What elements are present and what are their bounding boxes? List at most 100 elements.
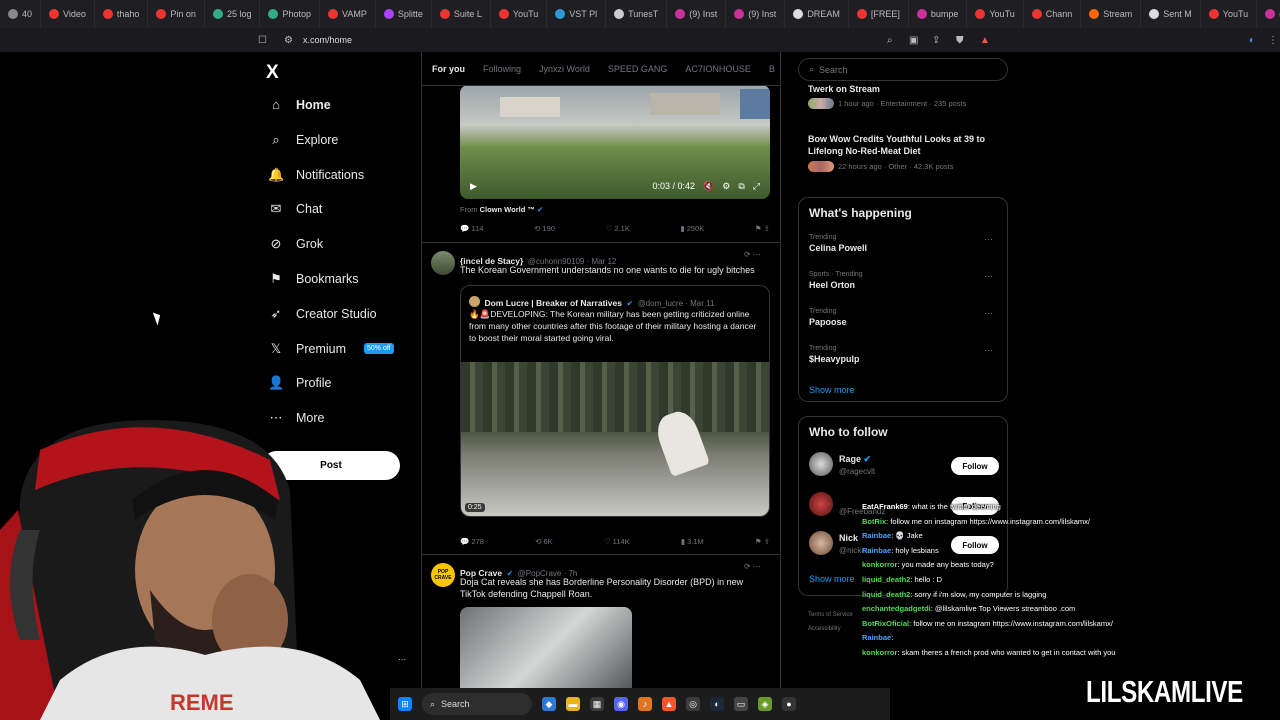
nav-item-creator-studio[interactable]: ➶ Creator Studio xyxy=(268,306,377,322)
pip-icon[interactable]: ⧉ xyxy=(738,181,744,192)
bookmark-action-icon[interactable]: ⚑ ⇪ xyxy=(755,537,770,546)
nav-item-bookmarks[interactable]: ⚑ Bookmarks xyxy=(268,271,358,287)
brave-icon[interactable]: ▲ xyxy=(662,697,676,711)
reply-button[interactable]: 💬 114 xyxy=(460,224,483,233)
video-player[interactable]: ▶ 0:03 / 0:42 🔇 ⚙ ⧉ ⤢ xyxy=(460,85,770,199)
avatar[interactable] xyxy=(809,492,833,516)
feed-tab[interactable]: B xyxy=(769,64,775,74)
obs-icon[interactable]: ◎ xyxy=(686,697,700,711)
store-icon[interactable]: ▦ xyxy=(590,697,604,711)
browser-tab[interactable]: Video xyxy=(41,0,95,28)
show-more-link[interactable]: Show more xyxy=(809,574,855,584)
extension-icon[interactable]: ◐ xyxy=(1249,35,1255,46)
reply-button[interactable]: 💬 278 xyxy=(460,537,484,546)
nav-item-notifications[interactable]: 🔔 Notifications xyxy=(268,167,364,183)
app-icon[interactable]: ▭ xyxy=(734,697,748,711)
trend-more-icon[interactable]: ⋯ xyxy=(984,234,993,245)
browser-tab[interactable]: TunesT xyxy=(606,0,668,28)
browser-tab[interactable]: Photop xyxy=(260,0,320,28)
from-account-link[interactable]: Clown World ™ xyxy=(480,205,535,214)
browser-tab[interactable]: (3) In xyxy=(1257,0,1280,28)
like-button[interactable]: ♡ 2.1K xyxy=(606,224,630,233)
nav-item-chat[interactable]: ✉ Chat xyxy=(268,201,323,217)
browser-tab[interactable]: Chann xyxy=(1024,0,1082,28)
avatar[interactable] xyxy=(809,531,833,555)
alert-icon[interactable]: ▲ xyxy=(980,35,990,46)
browser-tab[interactable]: Sent M xyxy=(1141,0,1201,28)
browser-tab[interactable]: Splitte xyxy=(376,0,432,28)
fullscreen-icon[interactable]: ⤢ xyxy=(753,181,760,192)
feed-tab[interactable]: AC7IONHOUSE xyxy=(685,64,751,74)
avatar[interactable] xyxy=(809,452,833,476)
trend-item[interactable]: Sports · Trending Heel Orton ⋯ xyxy=(809,271,999,290)
nav-item-grok[interactable]: ⊘ Grok xyxy=(268,236,324,252)
browser-tab[interactable]: VAMP xyxy=(320,0,376,28)
nav-item-premium[interactable]: 𝕏 Premium 50% off xyxy=(268,341,394,357)
windows-start-icon[interactable]: ⊞ xyxy=(398,697,412,711)
trend-item[interactable]: Trending Celina Powell ⋯ xyxy=(809,234,999,253)
discord-icon[interactable]: ◉ xyxy=(614,697,628,711)
browser-tab[interactable]: (9) Inst xyxy=(726,0,786,28)
quoted-tweet[interactable]: Dom Lucre | Breaker of Narratives ✔ @dom… xyxy=(460,285,770,517)
settings-icon[interactable]: ⚙ xyxy=(722,181,730,192)
browser-tab[interactable]: Pin on xyxy=(148,0,205,28)
browser-tab[interactable]: YouTu xyxy=(491,0,548,28)
mute-icon[interactable]: 🔇 xyxy=(703,181,714,192)
fl-studio-icon[interactable]: ♪ xyxy=(638,697,652,711)
copilot-icon[interactable]: ◆ xyxy=(542,697,556,711)
trend-item[interactable]: Trending $Heavypulp ⋯ xyxy=(809,345,999,364)
quote-video-thumbnail[interactable]: 0:25 xyxy=(461,362,769,516)
feed-tab[interactable]: SPEED GANG xyxy=(608,64,668,74)
like-button[interactable]: ♡ 114K xyxy=(604,537,630,546)
x-logo-icon[interactable]: X xyxy=(266,62,279,84)
share-icon[interactable]: ⇪ xyxy=(932,35,940,46)
menu-icon[interactable]: ⋮ xyxy=(1268,35,1278,46)
browser-tab[interactable]: bumpe xyxy=(909,0,968,28)
shield-icon[interactable]: ⛊ xyxy=(956,35,964,46)
address-bar[interactable]: ☐ ⚙ x.com/home ⌕ ▣ ⇪ ⛊ ▲ ◐ ⋮ xyxy=(0,28,1280,52)
url-text[interactable]: x.com/home xyxy=(303,35,352,45)
tweet[interactable]: {incel de Stacy} @cuhorin90109 · Mar 12 … xyxy=(422,242,780,550)
play-icon[interactable]: ▶ xyxy=(470,181,477,192)
browser-tab[interactable]: YouTu xyxy=(967,0,1024,28)
repost-button[interactable]: ⟲ 190 xyxy=(534,224,555,233)
browser-tab[interactable]: [FREE] xyxy=(849,0,909,28)
browser-tab[interactable]: DREAM xyxy=(785,0,849,28)
feed-tab[interactable]: For you xyxy=(432,64,465,74)
browser-tab[interactable]: YouTu xyxy=(1201,0,1258,28)
app-icon[interactable]: ● xyxy=(782,697,796,711)
trend-item[interactable]: Trending Papoose ⋯ xyxy=(809,308,999,327)
site-info-icon[interactable]: ⚙ xyxy=(284,35,293,46)
follow-button[interactable]: Follow xyxy=(951,457,999,475)
avatar[interactable]: POP CRAVE xyxy=(431,563,455,587)
taskbar-search[interactable]: ⌕ Search xyxy=(422,693,532,715)
nav-item-explore[interactable]: ⌕ Explore xyxy=(268,132,338,148)
top-story[interactable]: Bow Wow Credits Youthful Looks at 39 to … xyxy=(808,133,1003,172)
avatar[interactable] xyxy=(431,251,455,275)
browser-tab[interactable]: 40 xyxy=(0,0,42,28)
show-more-link[interactable]: Show more xyxy=(809,385,855,395)
screenshot-icon[interactable]: ▣ xyxy=(909,35,918,46)
tweet-more-icon[interactable]: ⟳ ⋯ xyxy=(744,562,761,571)
bookmark-action-icon[interactable]: ⚑ ⇪ xyxy=(755,224,770,233)
feed-tab[interactable]: Following xyxy=(483,64,521,74)
bookmark-icon[interactable]: ☐ xyxy=(258,35,267,46)
tweet-more-icon[interactable]: ⟳ ⋯ xyxy=(744,250,761,259)
feed-tab[interactable]: Jynxzi World xyxy=(539,64,590,74)
browser-tab[interactable]: 25 log xyxy=(205,0,261,28)
trend-more-icon[interactable]: ⋯ xyxy=(984,345,993,356)
follow-name[interactable]: Nick xyxy=(839,533,858,543)
tweet-image[interactable] xyxy=(460,607,632,688)
terms-link[interactable]: Terms of Service xyxy=(808,608,853,622)
file-explorer-icon[interactable]: ▬ xyxy=(566,697,580,711)
steam-icon[interactable]: ◐ xyxy=(710,697,724,711)
follow-name[interactable]: Rage ✔ xyxy=(839,454,871,465)
trend-more-icon[interactable]: ⋯ xyxy=(984,308,993,319)
app-icon[interactable]: ◈ xyxy=(758,697,772,711)
repost-button[interactable]: ⟲ 6K xyxy=(535,537,553,546)
browser-tab[interactable]: (9) Inst xyxy=(667,0,727,28)
tweet[interactable]: POP CRAVE Pop Crave ✔ @PopCrave · 7h ⟳ ⋯… xyxy=(422,554,780,688)
views-button[interactable]: ▮ 250K xyxy=(680,224,704,233)
top-story[interactable]: Twerk on Stream 1 hour ago · Entertainme… xyxy=(808,84,1003,109)
browser-tab[interactable]: VST Pl xyxy=(547,0,607,28)
